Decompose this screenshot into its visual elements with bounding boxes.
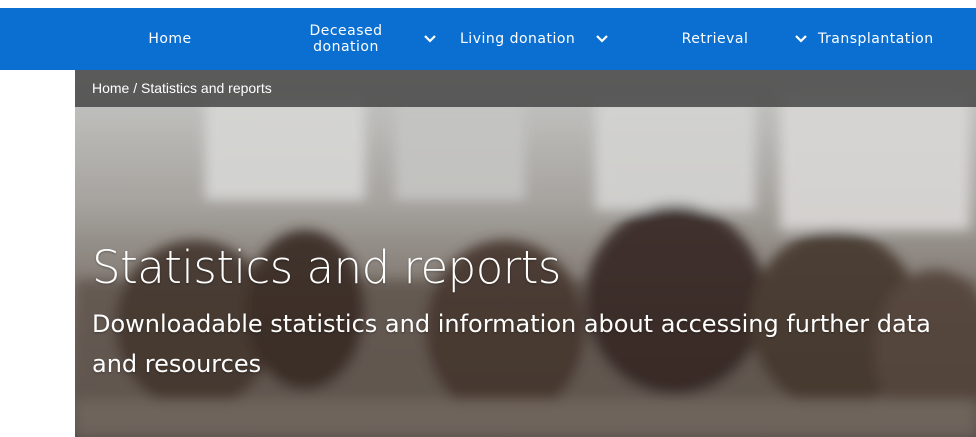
breadcrumb-bar: Home / Statistics and reports <box>75 70 976 107</box>
nav-item-label: Living donation <box>460 31 576 47</box>
nav-item-living-donation[interactable]: Living donation <box>460 8 596 70</box>
nav-item-transplantation[interactable]: Transplantation <box>818 8 968 70</box>
chevron-down-icon[interactable] <box>793 31 809 47</box>
chevron-down-icon[interactable] <box>594 31 610 47</box>
nav-item-label: Retrieval <box>681 31 749 47</box>
page-title: Statistics and reports <box>92 241 561 294</box>
nav-item-deceased-donation[interactable]: Deceased donation <box>272 8 420 70</box>
chevron-down-icon[interactable] <box>422 31 438 47</box>
nav-item-retrieval[interactable]: Retrieval <box>660 8 770 70</box>
hero-banner: Home / Statistics and reports Statistics… <box>75 70 976 437</box>
main-navigation: Home Deceased donation Living donation R… <box>0 8 976 70</box>
nav-item-label: Transplantation <box>818 31 934 47</box>
page-subtitle: Downloadable statistics and information … <box>92 310 931 378</box>
nav-item-home[interactable]: Home <box>95 8 245 70</box>
breadcrumb[interactable]: Home / Statistics and reports <box>92 80 272 96</box>
nav-item-label: Deceased donation <box>309 23 383 55</box>
nav-item-label: Home <box>148 31 192 47</box>
